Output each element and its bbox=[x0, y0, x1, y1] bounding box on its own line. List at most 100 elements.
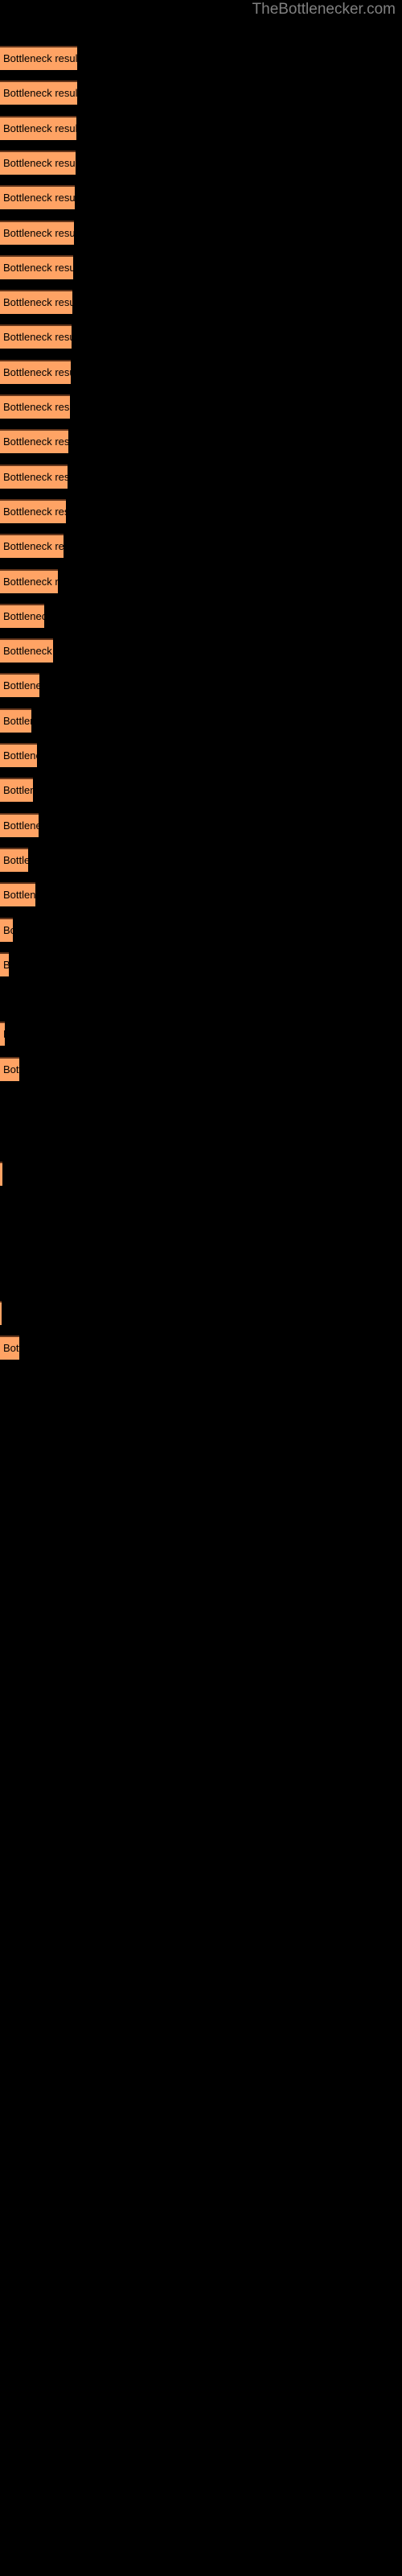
bar-row: Bottleneck result bbox=[0, 324, 402, 349]
bar-row: Bottleneck result bbox=[0, 1231, 402, 1255]
bar[interactable] bbox=[0, 743, 37, 767]
bar-clip: Bottleneck result bbox=[0, 534, 64, 558]
bar-row: Bottleneck result bbox=[0, 151, 402, 175]
bar-row: Bottleneck result bbox=[0, 1126, 402, 1150]
bar-clip: Bottleneck result bbox=[0, 116, 76, 140]
bar-row: Bottleneck result bbox=[0, 1266, 402, 1290]
bar-clip: Bottleneck result bbox=[0, 708, 31, 733]
bar[interactable] bbox=[0, 708, 31, 733]
bar-row: Bottleneck result bbox=[0, 987, 402, 1011]
bar-row: Bottleneck result bbox=[0, 46, 402, 70]
bar-clip: Bottleneck result bbox=[0, 918, 13, 942]
bar-row: Bottleneck result bbox=[0, 290, 402, 314]
bar-clip: Bottleneck result bbox=[0, 151, 76, 175]
bar[interactable] bbox=[0, 464, 68, 489]
bar[interactable] bbox=[0, 185, 75, 209]
bar-clip: Bottleneck result bbox=[0, 221, 74, 245]
bar-row: Bottleneck result bbox=[0, 673, 402, 697]
bar-row: Bottleneck result bbox=[0, 638, 402, 663]
bar-clip: Bottleneck result bbox=[0, 360, 71, 384]
bar-clip: Bottleneck result bbox=[0, 952, 9, 976]
bar-row: Bottleneck result bbox=[0, 1022, 402, 1046]
bar-row: Bottleneck result bbox=[0, 394, 402, 419]
bar[interactable] bbox=[0, 46, 77, 70]
bar-row: Bottleneck result bbox=[0, 1162, 402, 1186]
bar[interactable] bbox=[0, 324, 72, 349]
bar[interactable] bbox=[0, 1057, 19, 1081]
bar-clip: Bottleneck result bbox=[0, 813, 39, 837]
bar[interactable] bbox=[0, 534, 64, 558]
bar[interactable] bbox=[0, 918, 13, 942]
bar-row: Bottleneck result bbox=[0, 604, 402, 628]
bar-clip: Bottleneck result bbox=[0, 604, 44, 628]
bar[interactable] bbox=[0, 673, 39, 697]
bar-row: Bottleneck result bbox=[0, 1335, 402, 1360]
bar-row: Bottleneck result bbox=[0, 464, 402, 489]
bar-clip: Bottleneck result bbox=[0, 778, 33, 802]
bar[interactable] bbox=[0, 638, 53, 663]
bar-clip: Bottleneck result bbox=[0, 673, 39, 697]
bar-row: Bottleneck result bbox=[0, 569, 402, 593]
bar[interactable] bbox=[0, 394, 70, 419]
bar-row: Bottleneck result bbox=[0, 499, 402, 523]
bar-row: Bottleneck result bbox=[0, 1057, 402, 1081]
bar-clip: Bottleneck result bbox=[0, 1162, 2, 1186]
bar-clip: Bottleneck result bbox=[0, 185, 75, 209]
bar-row: Bottleneck result bbox=[0, 116, 402, 140]
bar-row: Bottleneck result bbox=[0, 918, 402, 942]
bar-clip: Bottleneck result bbox=[0, 324, 72, 349]
bar-row: Bottleneck result bbox=[0, 743, 402, 767]
bar-row: Bottleneck result bbox=[0, 778, 402, 802]
bar-clip: Bottleneck result bbox=[0, 80, 77, 105]
bar[interactable] bbox=[0, 1301, 2, 1325]
bar-row: Bottleneck result bbox=[0, 952, 402, 976]
bar[interactable] bbox=[0, 604, 44, 628]
bar-clip: Bottleneck result bbox=[0, 290, 72, 314]
bar-row: Bottleneck result bbox=[0, 1301, 402, 1325]
bar[interactable] bbox=[0, 290, 72, 314]
bar-clip: Bottleneck result bbox=[0, 1057, 19, 1081]
bar-row: Bottleneck result bbox=[0, 429, 402, 453]
bar[interactable] bbox=[0, 1162, 2, 1186]
bar-clip: Bottleneck result bbox=[0, 882, 35, 906]
bar-row: Bottleneck result bbox=[0, 708, 402, 733]
bar[interactable] bbox=[0, 1022, 5, 1046]
bar[interactable] bbox=[0, 848, 28, 872]
bar-clip: Bottleneck result bbox=[0, 1335, 19, 1360]
bar[interactable] bbox=[0, 360, 71, 384]
bar-clip: Bottleneck result bbox=[0, 394, 70, 419]
bar-clip: Bottleneck result bbox=[0, 429, 68, 453]
bar-row: Bottleneck result bbox=[0, 882, 402, 906]
bar[interactable] bbox=[0, 221, 74, 245]
bar-row: Bottleneck result bbox=[0, 255, 402, 279]
bar-clip: Bottleneck result bbox=[0, 743, 37, 767]
bar-row: Bottleneck result bbox=[0, 360, 402, 384]
bar-row: Bottleneck result bbox=[0, 80, 402, 105]
bar-clip: Bottleneck result bbox=[0, 638, 53, 663]
bar-clip: Bottleneck result bbox=[0, 46, 77, 70]
bar[interactable] bbox=[0, 80, 77, 105]
bar[interactable] bbox=[0, 1335, 19, 1360]
bar-clip: Bottleneck result bbox=[0, 1301, 2, 1325]
bar-row: Bottleneck result bbox=[0, 221, 402, 245]
bar-clip: Bottleneck result bbox=[0, 569, 58, 593]
bar[interactable] bbox=[0, 813, 39, 837]
bar[interactable] bbox=[0, 151, 76, 175]
bottleneck-bar-chart: Bottleneck result Bottleneck result Bottle… bbox=[0, 0, 402, 2576]
bar-clip: Bottleneck result bbox=[0, 499, 66, 523]
bar-row: Bottleneck result bbox=[0, 185, 402, 209]
bar-clip: Bottleneck result bbox=[0, 1022, 5, 1046]
bar[interactable] bbox=[0, 882, 35, 906]
bar[interactable] bbox=[0, 778, 33, 802]
bar-clip: Bottleneck result bbox=[0, 255, 73, 279]
bar[interactable] bbox=[0, 499, 66, 523]
bar[interactable] bbox=[0, 569, 58, 593]
bar[interactable] bbox=[0, 429, 68, 453]
bar-row: Bottleneck result bbox=[0, 534, 402, 558]
bar[interactable] bbox=[0, 952, 9, 976]
bar[interactable] bbox=[0, 255, 73, 279]
bar-row: Bottleneck result bbox=[0, 848, 402, 872]
bar-clip: Bottleneck result bbox=[0, 848, 28, 872]
bar-row: Bottleneck result bbox=[0, 813, 402, 837]
bar[interactable] bbox=[0, 116, 76, 140]
